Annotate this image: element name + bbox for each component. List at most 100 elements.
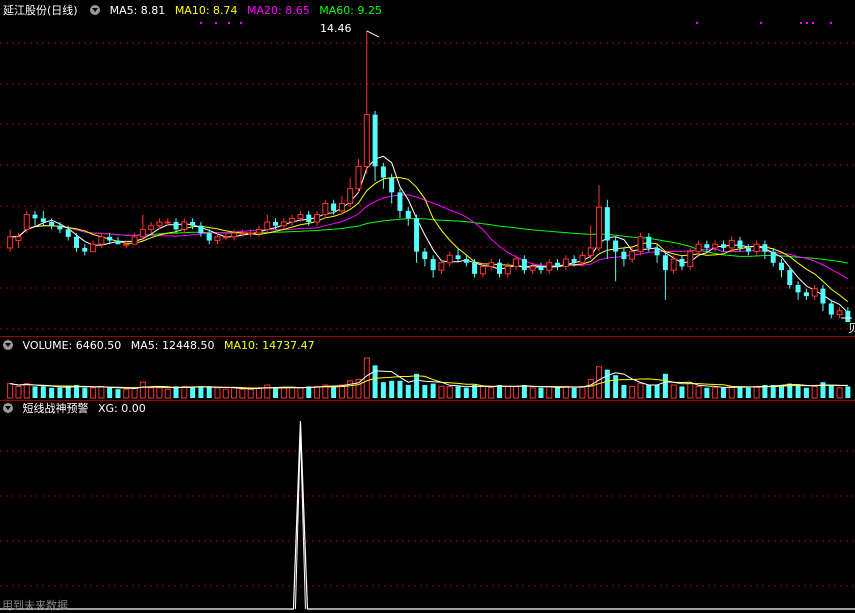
high-marker: 14.46 [320, 22, 352, 35]
candle-body [405, 210, 411, 219]
volume-bar [198, 386, 204, 398]
volume-bar [629, 385, 636, 399]
volume-bar [289, 387, 296, 399]
dropdown-icon[interactable] [3, 403, 13, 413]
volume-bar [273, 387, 279, 398]
dropdown-icon[interactable] [3, 340, 13, 350]
candle-body [546, 262, 553, 271]
volume-bar [314, 385, 321, 399]
candle-body [562, 258, 569, 267]
volume-bar [15, 385, 22, 399]
candle-body [704, 244, 710, 248]
volume-bar [397, 380, 403, 398]
candle-body [206, 233, 212, 241]
candle-body [571, 259, 577, 263]
volume-bar [389, 380, 395, 398]
candle-body [98, 236, 105, 245]
candle-body [555, 262, 561, 267]
volume-bar [438, 385, 445, 399]
candle-body [148, 225, 155, 230]
candle-body [115, 240, 121, 245]
volume-panel[interactable]: VOLUME: 6460.50 MA5: 12448.50 MA10: 1473… [0, 337, 855, 400]
candle-body [695, 243, 702, 253]
ma-dot [240, 22, 242, 24]
volume-bar [222, 388, 229, 399]
volume-bar [405, 385, 411, 398]
candle-body [438, 262, 445, 271]
candle-body [538, 266, 544, 271]
volume-bar [148, 387, 155, 399]
candle-body [712, 243, 719, 249]
volume-bar [32, 386, 38, 398]
ma-dot [215, 22, 217, 24]
candle-body [820, 288, 826, 304]
volume-bar [422, 385, 428, 398]
volume-bar [347, 380, 354, 399]
volume-bar [181, 385, 188, 399]
volume-title: VOLUME: 6460.50 [22, 339, 122, 352]
indicator-chart[interactable] [0, 401, 855, 612]
candle-body [479, 265, 486, 275]
candle-body [670, 258, 677, 271]
volume-bar [355, 378, 362, 399]
candle-body [446, 254, 453, 264]
candle-body [662, 255, 668, 271]
volume-bar [156, 387, 163, 399]
volume-bar [654, 385, 660, 398]
volume-bar [845, 386, 851, 398]
candle-body [214, 236, 221, 242]
price-panel[interactable]: 延江股份(日线) MA5: 8.81 MA10: 8.74 MA20: 8.65… [0, 0, 855, 336]
volume-bar [745, 387, 751, 398]
candle-body [720, 244, 726, 248]
volume-bar [613, 375, 619, 398]
volume-bar [679, 386, 685, 398]
volume-bar [546, 385, 553, 399]
candle-body [90, 243, 97, 253]
candle-body [107, 236, 113, 241]
candle-body [579, 254, 586, 264]
dropdown-icon[interactable] [90, 5, 101, 15]
indicator-panel[interactable]: 短线战神预警 XG: 0.00 [0, 401, 855, 612]
volume-bar [803, 387, 809, 398]
candle-body [65, 229, 71, 237]
volume-bar [513, 385, 520, 399]
volume-bar [479, 385, 486, 399]
candle-body [74, 236, 79, 248]
candle-body [181, 221, 188, 230]
xg-signal-line [0, 420, 855, 610]
volume-bar [737, 386, 743, 398]
volume-header: VOLUME: 6460.50 MA5: 12448.50 MA10: 1473… [0, 338, 321, 354]
candle-body [463, 259, 469, 263]
candle-body [646, 236, 652, 248]
candle-body [123, 243, 130, 246]
price-chart[interactable] [0, 0, 855, 336]
ma-dot [812, 22, 814, 24]
volume-bar [704, 387, 710, 398]
candle-body [131, 236, 138, 245]
candle-body [687, 251, 694, 267]
candle-body [57, 225, 63, 230]
volume-bar [497, 385, 502, 398]
volume-bar [621, 385, 627, 398]
ma5-label: MA5: 8.81 [109, 4, 166, 17]
candle-body [198, 225, 204, 234]
footer-note: 用到未来数据 [2, 599, 68, 612]
volume-ma5-label: MA5: 12448.50 [130, 339, 215, 352]
candle-body [363, 114, 370, 167]
volume-bar [712, 387, 719, 399]
indicator-header: 短线战神预警 XG: 0.00 [0, 401, 152, 417]
volume-bar [728, 385, 735, 399]
candle-body [745, 247, 751, 252]
volume-bar [65, 386, 71, 398]
volume-bar [380, 382, 386, 398]
candle-body [280, 221, 287, 227]
candle-body [156, 221, 163, 227]
ma-dot [200, 22, 202, 24]
candle-body [173, 222, 179, 230]
candle-body [40, 218, 46, 222]
candle-body [795, 284, 801, 293]
candle-body [828, 303, 834, 315]
candle-body [787, 270, 793, 285]
volume-bar [280, 387, 287, 399]
volume-bar [23, 383, 30, 399]
